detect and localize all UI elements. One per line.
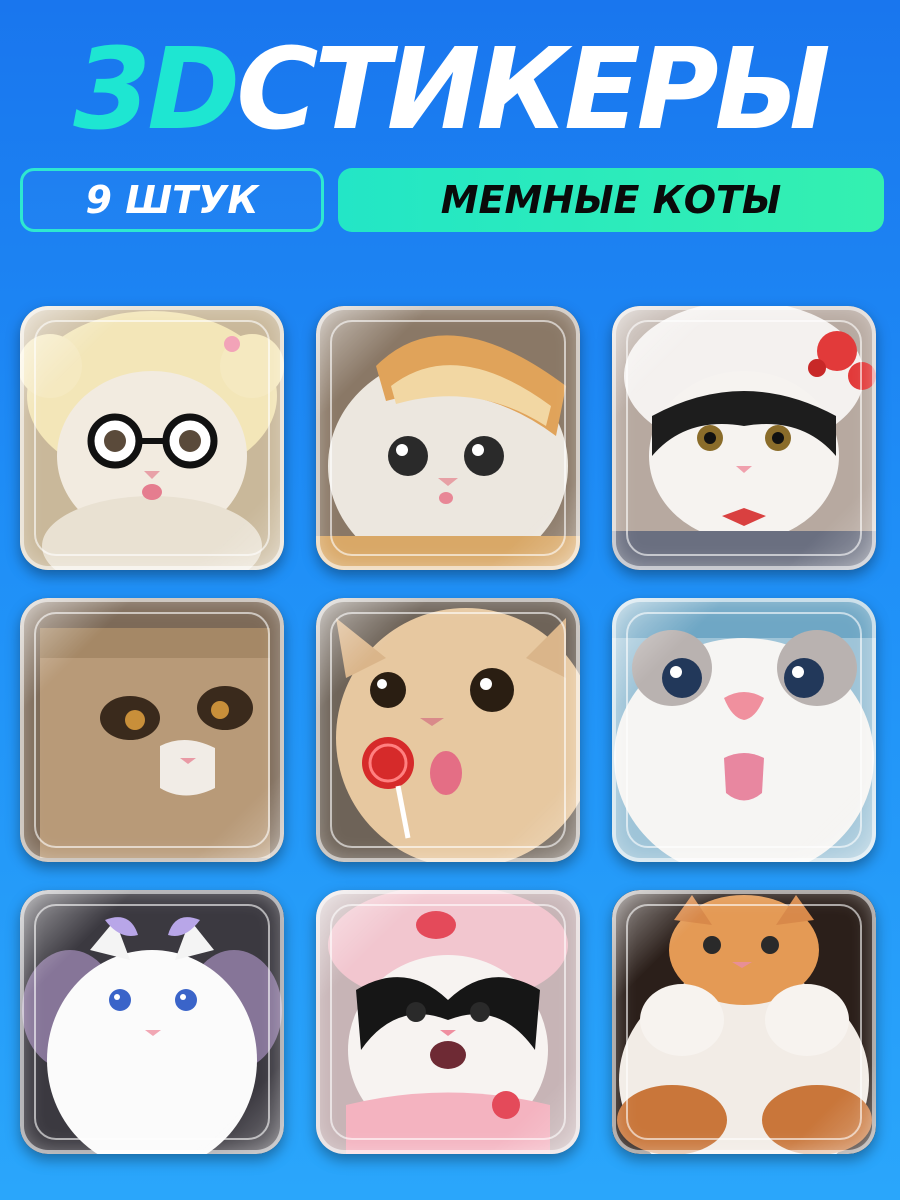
- black-white-cat-in-pink-hat-image: [316, 890, 580, 1154]
- sticker-8: [316, 890, 580, 1154]
- cat-in-paper-bag-image: [20, 598, 284, 862]
- sticker-7: [20, 890, 284, 1154]
- cat-with-lollipop-image: [316, 598, 580, 862]
- title-prefix: 3D: [73, 25, 240, 155]
- cat-in-yellow-hat-with-glasses-image: [20, 306, 284, 570]
- sticker-grid: [20, 306, 880, 1166]
- theme-badge: МЕМНЫЕ КОТЫ: [338, 168, 884, 232]
- sticker-9: [612, 890, 876, 1154]
- sticker-6: [612, 598, 876, 862]
- white-fluffy-cat-with-bow-image: [20, 890, 284, 1154]
- ginger-cat-paws-up-image: [612, 890, 876, 1154]
- cat-with-bread-slice-image: [316, 306, 580, 570]
- sticker-3: [612, 306, 876, 570]
- sticker-5: [316, 598, 580, 862]
- count-badge: 9 ШТУК: [20, 168, 324, 232]
- sticker-4: [20, 598, 284, 862]
- sticker-2: [316, 306, 580, 570]
- page-title: 3D СТИКЕРЫ: [0, 30, 900, 150]
- sticker-1: [20, 306, 284, 570]
- white-cat-tongue-out-image: [612, 598, 876, 862]
- black-white-cat-in-hello-kitty-hat-image: [612, 306, 876, 570]
- title-word: СТИКЕРЫ: [236, 25, 831, 155]
